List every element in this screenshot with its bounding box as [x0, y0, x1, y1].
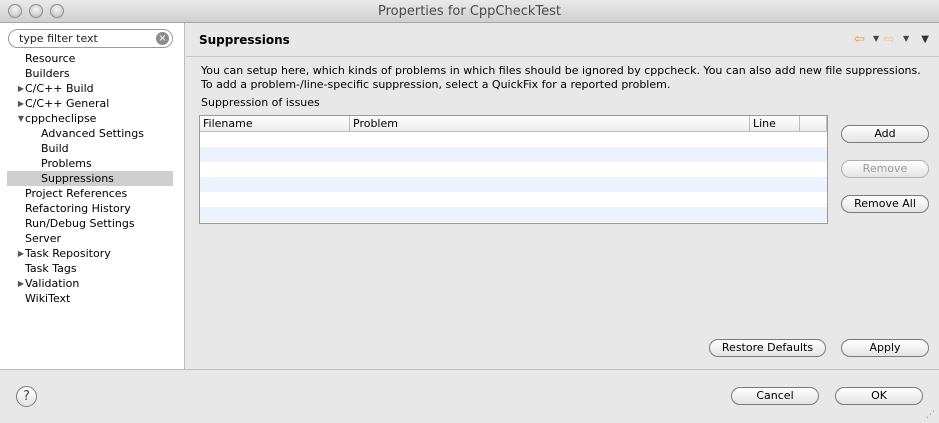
sidebar-item-label: C/C++ Build [25, 82, 94, 95]
sidebar-item-label: cppcheclipse [25, 112, 97, 125]
page-description: You can setup here, which kinds of probl… [201, 64, 921, 91]
sidebar-item-label: C/C++ General [25, 97, 110, 110]
sidebar-item-refactoring-history[interactable]: Refactoring History [0, 201, 184, 216]
table-row[interactable] [200, 192, 827, 207]
page-title: Suppressions [199, 33, 290, 47]
sidebar-item-builders[interactable]: Builders [0, 66, 184, 81]
column-header-filler [800, 116, 827, 132]
column-header-problem[interactable]: Problem [350, 116, 750, 132]
column-header-filename[interactable]: Filename [200, 116, 350, 132]
table-row[interactable] [200, 207, 827, 222]
sidebar-item-label: Run/Debug Settings [25, 217, 135, 230]
sidebar-item-label: Validation [25, 277, 80, 290]
sidebar-item-project-references[interactable]: Project References [0, 186, 184, 201]
main-panel: Suppressions ⇦ ▼ ⇨ ▼ ▼ You can setup her… [186, 23, 939, 369]
title-bar: Properties for CppCheckTest [0, 0, 939, 23]
table-row[interactable] [200, 147, 827, 162]
sidebar-item-label: Advanced Settings [41, 127, 144, 140]
column-header-line[interactable]: Line [750, 116, 800, 132]
sidebar-item-label: Server [25, 232, 62, 245]
sidebar-item-label: WikiText [25, 292, 71, 305]
property-tree: Resource Builders ▶ C/C++ Build ▶ C/C++ Gener… [0, 51, 184, 306]
help-icon[interactable]: ? [16, 386, 37, 407]
table-row[interactable] [200, 162, 827, 177]
sidebar-item-label: Suppressions [41, 172, 114, 185]
section-label: Suppression of issues [201, 96, 320, 109]
sidebar-item-cppcheclipse[interactable]: ▼ cppcheclipse [0, 111, 184, 126]
suppressions-table[interactable]: Filename Problem Line [199, 115, 828, 224]
apply-button[interactable]: Apply [841, 339, 929, 357]
sidebar-item-label: Build [41, 142, 69, 155]
sidebar-item-label: Resource [25, 52, 76, 65]
table-row[interactable] [200, 132, 827, 147]
cancel-button[interactable]: Cancel [731, 387, 819, 405]
page-header: Suppressions ⇦ ▼ ⇨ ▼ ▼ [186, 23, 939, 57]
sidebar-item-run-debug-settings[interactable]: Run/Debug Settings [0, 216, 184, 231]
sidebar-item-label: Task Tags [25, 262, 77, 275]
sidebar-item-server[interactable]: Server [0, 231, 184, 246]
clear-search-icon[interactable]: × [156, 32, 169, 45]
restore-defaults-button[interactable]: Restore Defaults [709, 339, 826, 357]
sidebar-item-advanced-settings[interactable]: Advanced Settings [0, 126, 184, 141]
sidebar-item-label: Task Repository [25, 247, 111, 260]
remove-all-button[interactable]: Remove All [841, 195, 929, 213]
back-history-dropdown-icon[interactable]: ▼ [873, 34, 879, 43]
dialog-footer: ? Cancel OK ⋰ [0, 369, 939, 423]
sidebar-item-c-c-build[interactable]: ▶ C/C++ Build [0, 81, 184, 96]
sidebar-item-task-tags[interactable]: Task Tags [0, 261, 184, 276]
forward-arrow-icon[interactable]: ⇨ [884, 32, 895, 47]
sidebar-item-label: Builders [25, 67, 70, 80]
table-header: Filename Problem Line [200, 116, 827, 132]
sidebar-item-resource[interactable]: Resource [0, 51, 184, 66]
sidebar-item-build[interactable]: Build [0, 141, 184, 156]
forward-history-dropdown-icon[interactable]: ▼ [903, 34, 909, 43]
filter-input[interactable] [19, 31, 154, 46]
add-button[interactable]: Add [841, 125, 929, 143]
sidebar-item-label: Problems [41, 157, 92, 170]
ok-button[interactable]: OK [835, 387, 923, 405]
sidebar-item-suppressions[interactable]: Suppressions [7, 171, 173, 186]
remove-button[interactable]: Remove [841, 160, 929, 178]
sidebar-item-validation[interactable]: ▶ Validation [0, 276, 184, 291]
window-title: Properties for CppCheckTest [377, 4, 561, 19]
sidebar-item-c-c-general[interactable]: ▶ C/C++ General [0, 96, 184, 111]
table-row[interactable] [200, 177, 827, 192]
resize-grip-icon[interactable]: ⋰ [926, 410, 936, 420]
sidebar: × Resource Builders▶C/C++ Build▶C/C++ Gen… [0, 23, 185, 369]
sidebar-item-label: Refactoring History [25, 202, 131, 215]
back-arrow-icon[interactable]: ⇦ [854, 32, 865, 47]
sidebar-item-problems[interactable]: Problems [0, 156, 184, 171]
sidebar-item-wikitext[interactable]: WikiText [0, 291, 184, 306]
view-menu-icon[interactable]: ▼ [921, 34, 929, 45]
sidebar-item-task-repository[interactable]: ▶ Task Repository [0, 246, 184, 261]
sidebar-item-label: Project References [25, 187, 128, 200]
filter-field[interactable]: × [8, 29, 173, 48]
